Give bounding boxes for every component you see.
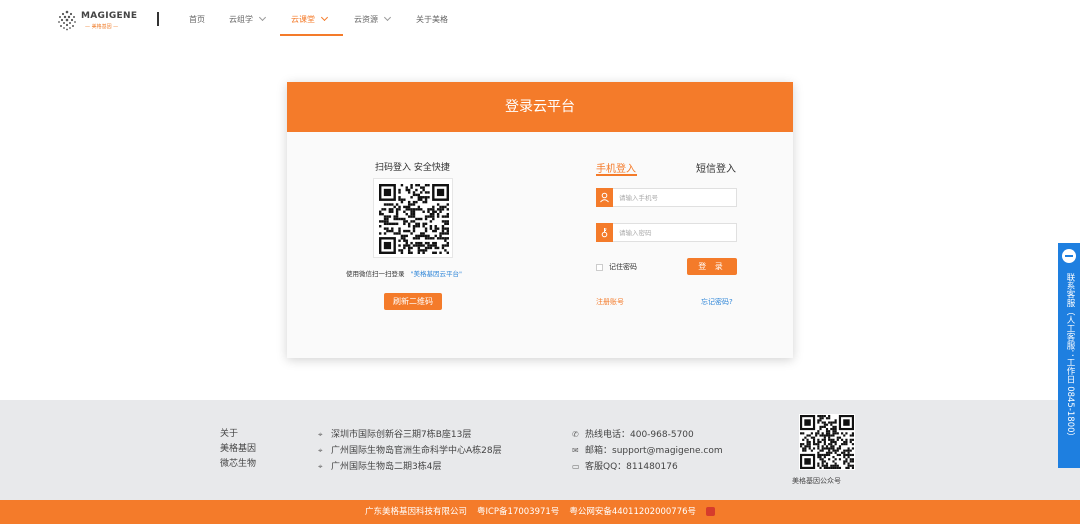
- nav-cloud-resources[interactable]: 云资源: [354, 13, 392, 25]
- footer-contacts: ✆ 热线电话：400-968-5700 ✉ 邮箱：support@magigene.…: [572, 427, 723, 475]
- footer-email: ✉ 邮箱：support@magigene.com: [572, 443, 723, 459]
- qr-login-title: 扫码登入 安全快捷: [375, 163, 450, 173]
- icp-license-link[interactable]: 粤ICP备17003971号: [477, 507, 559, 517]
- qr-instruction: 使用微信扫一扫登录 "美格基因云平台": [346, 268, 462, 278]
- login-qr-code: [373, 178, 453, 258]
- footer-link-magigene[interactable]: 美格基因: [220, 442, 256, 457]
- active-tab-indicator: [596, 174, 637, 176]
- footer-address-text: 深圳市国际创新谷三期7栋B座13层: [331, 430, 472, 440]
- key-icon: [596, 223, 613, 242]
- chevron-down-icon: [258, 13, 267, 22]
- top-navigation: MAGIGENE — 美格基因 — 首页 云组学 云课堂 云资源 关于美格: [0, 0, 1080, 42]
- footer-address: ⌖ 广州国际生物岛二期3栋4层: [318, 459, 502, 475]
- footer-link-microchip[interactable]: 微芯生物: [220, 457, 256, 472]
- login-button[interactable]: 登 录: [687, 258, 737, 275]
- phone-field: [596, 188, 737, 207]
- nav-cloud-omics[interactable]: 云组学: [229, 13, 267, 25]
- company-name: 广东美格基因科技有限公司: [364, 507, 467, 517]
- footer-about-links: 关于 美格基因 微芯生物: [220, 427, 256, 472]
- chat-icon: ▭: [572, 462, 580, 471]
- footer-link-about[interactable]: 关于: [220, 427, 256, 442]
- qr-code-icon: [800, 415, 854, 469]
- police-record: 粤公网安备44011202000776号: [569, 507, 697, 517]
- login-card-title: 登录云平台: [287, 82, 793, 132]
- refresh-qr-button[interactable]: 刷新二维码: [384, 293, 442, 310]
- password-field: [596, 223, 737, 242]
- copyright-bar: 广东美格基因科技有限公司 粤ICP备17003971号 粤公网安备440112020…: [0, 500, 1080, 524]
- remember-password-label: 记住密码: [609, 263, 637, 271]
- footer-addresses: ⌖ 深圳市国际创新谷三期7栋B座13层 ⌖ 广州国际生物岛官洲生命科学中心A栋28层…: [318, 427, 502, 475]
- chat-bubble-icon: [1062, 249, 1076, 263]
- tab-phone-login[interactable]: 手机登入: [596, 160, 636, 175]
- nav-home[interactable]: 首页: [189, 14, 205, 25]
- footer-address-text: 广州国际生物岛二期3栋4层: [331, 462, 442, 472]
- wechat-qr-caption: 美格基因公众号: [792, 477, 841, 485]
- login-card: 登录云平台 扫码登入 安全快捷 使用微信扫一扫登录 "美格基因云平台" 刷新二维码…: [287, 82, 793, 358]
- chevron-down-icon: [320, 13, 329, 22]
- location-pin-icon: ⌖: [318, 446, 323, 455]
- footer-qq-text: 客服QQ：811480176: [585, 462, 678, 472]
- nav-about-label: 关于美格: [416, 15, 448, 24]
- footer: 关于 美格基因 微芯生物 ⌖ 深圳市国际创新谷三期7栋B座13层 ⌖ 广州国际生物岛…: [0, 400, 1080, 500]
- chevron-down-icon: [383, 13, 392, 22]
- location-pin-icon: ⌖: [318, 462, 323, 471]
- phone-icon: ✆: [572, 430, 579, 439]
- user-icon: [596, 188, 613, 207]
- footer-hotline-text: 热线电话：400-968-5700: [585, 430, 694, 440]
- nav-divider: [157, 12, 159, 26]
- tab-sms-login[interactable]: 短信登入: [696, 160, 736, 175]
- nav-cloud-classroom[interactable]: 云课堂: [291, 13, 329, 25]
- nav-cloud-classroom-label: 云课堂: [291, 15, 315, 24]
- police-badge-icon: [706, 507, 716, 516]
- password-input[interactable]: [619, 224, 734, 241]
- nav-cloud-omics-label: 云组学: [229, 15, 253, 24]
- footer-address: ⌖ 广州国际生物岛官洲生命科学中心A栋28层: [318, 443, 502, 459]
- logo-mark-icon: [58, 10, 76, 31]
- mail-icon: ✉: [572, 446, 579, 455]
- footer-address-text: 广州国际生物岛官洲生命科学中心A栋28层: [331, 446, 502, 456]
- qr-code-icon: [379, 184, 449, 254]
- footer-qq: ▭ 客服QQ：811480176: [572, 459, 723, 475]
- customer-service-button[interactable]: 联系客服（人工客服：工作日 0845-1800）: [1058, 243, 1080, 468]
- location-pin-icon: ⌖: [318, 430, 323, 439]
- remember-password[interactable]: 记住密码: [596, 262, 637, 272]
- magigene-logo[interactable]: MAGIGENE — 美格基因 —: [56, 9, 137, 33]
- logo-tagline: — 美格基因 —: [85, 24, 119, 30]
- nav-cloud-resources-label: 云资源: [354, 15, 378, 24]
- remember-password-checkbox[interactable]: [596, 263, 603, 271]
- wechat-official-qr: [799, 414, 855, 470]
- register-link[interactable]: 注册账号: [596, 297, 624, 307]
- qr-app-name-link[interactable]: "美格基因云平台": [411, 270, 462, 278]
- logo-brand-text: MAGIGENE: [81, 11, 138, 21]
- customer-service-label: 联系客服（人工客服：工作日 0845-1800）: [1065, 273, 1075, 442]
- nav-active-indicator: [280, 34, 343, 36]
- nav-home-label: 首页: [189, 15, 205, 24]
- forgot-password-link[interactable]: 忘记密码?: [701, 297, 733, 307]
- footer-address: ⌖ 深圳市国际创新谷三期7栋B座13层: [318, 427, 502, 443]
- footer-email-text: 邮箱：support@magigene.com: [585, 446, 723, 456]
- nav-about[interactable]: 关于美格: [416, 14, 448, 25]
- footer-hotline: ✆ 热线电话：400-968-5700: [572, 427, 723, 443]
- qr-instruction-text: 使用微信扫一扫登录: [346, 270, 405, 278]
- phone-input[interactable]: [619, 189, 734, 206]
